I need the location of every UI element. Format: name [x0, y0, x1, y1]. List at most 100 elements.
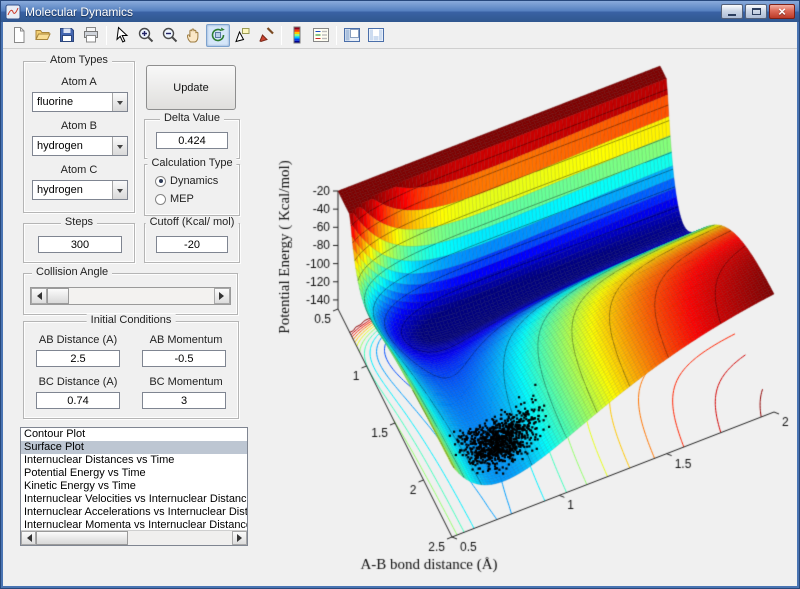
plot-type-listbox: Contour Plot Surface Plot Internuclear D…	[20, 427, 248, 546]
atom-types-panel: Atom Types Atom A fluorine Atom B hydrog…	[23, 61, 135, 213]
bc-momentum-input[interactable]	[142, 392, 226, 409]
toolbar-brush[interactable]	[254, 24, 278, 47]
minimize-button[interactable]	[721, 4, 743, 19]
list-item[interactable]: Potential Energy vs Time	[21, 467, 247, 480]
scroll-right-arrow[interactable]	[232, 531, 247, 545]
toolbar-hide-plot-tools[interactable]	[340, 24, 364, 47]
slider-thumb[interactable]	[47, 288, 69, 304]
app-icon	[5, 4, 21, 20]
zoom-out-icon	[161, 26, 179, 44]
radio-dynamics[interactable]	[155, 176, 166, 187]
zoom-in-icon	[137, 26, 155, 44]
floppy-disk-icon	[58, 26, 76, 44]
show-plot-tools-icon	[367, 26, 385, 44]
list-item[interactable]: Internuclear Accelerations vs Internucle…	[21, 506, 247, 519]
steps-panel: Steps	[23, 223, 135, 263]
atom-b-value: hydrogen	[33, 137, 112, 155]
chevron-down-icon	[112, 137, 127, 155]
atom-a-label: Atom A	[24, 76, 134, 88]
listbox-horizontal-scrollbar[interactable]	[21, 530, 247, 545]
surface-plot-canvas[interactable]	[261, 49, 794, 586]
atom-c-label: Atom C	[24, 164, 134, 176]
delta-value-input[interactable]	[156, 132, 228, 149]
radio-mep[interactable]	[155, 194, 166, 205]
atom-b-label: Atom B	[24, 120, 134, 132]
colorbar-icon	[288, 26, 306, 44]
initial-conditions-panel: Initial Conditions AB Distance (A) AB Mo…	[23, 321, 239, 419]
list-item[interactable]: Kinetic Energy vs Time	[21, 480, 247, 493]
list-item[interactable]: Contour Plot	[21, 428, 247, 441]
toolbar-separator	[106, 26, 107, 45]
close-icon	[778, 3, 786, 21]
atom-a-select[interactable]: fluorine	[32, 92, 128, 112]
atom-c-select[interactable]: hydrogen	[32, 180, 128, 200]
toolbar-save-figure[interactable]	[55, 24, 79, 47]
ab-momentum-label: AB Momentum	[134, 334, 238, 346]
delta-value-title: Delta Value	[160, 112, 224, 124]
atom-a-value: fluorine	[33, 93, 112, 111]
list-item-selected[interactable]: Surface Plot	[21, 441, 247, 454]
toolbar-new-figure[interactable]	[7, 24, 31, 47]
cutoff-input[interactable]	[156, 236, 228, 253]
ab-momentum-input[interactable]	[142, 350, 226, 367]
scroll-thumb[interactable]	[36, 531, 128, 545]
toolbar-separator	[336, 26, 337, 45]
titlebar: Molecular Dynamics	[1, 1, 799, 22]
atom-c-value: hydrogen	[33, 181, 112, 199]
hide-plot-tools-icon	[343, 26, 361, 44]
legend-icon	[312, 26, 330, 44]
close-button[interactable]	[769, 4, 795, 19]
data-cursor-icon	[233, 26, 251, 44]
minimize-icon	[728, 14, 736, 16]
atom-types-title: Atom Types	[46, 54, 112, 66]
window-controls	[721, 4, 795, 19]
toolbar-insert-legend[interactable]	[309, 24, 333, 47]
new-document-icon	[10, 26, 28, 44]
toolbar-pointer[interactable]	[110, 24, 134, 47]
toolbar-show-plot-tools[interactable]	[364, 24, 388, 47]
cutoff-title: Cutoff (Kcal/ mol)	[146, 216, 239, 228]
bc-distance-input[interactable]	[36, 392, 120, 409]
printer-icon	[82, 26, 100, 44]
bc-distance-label: BC Distance (A)	[26, 376, 130, 388]
rotate-3d-icon	[209, 26, 227, 44]
toolbar-open-file[interactable]	[31, 24, 55, 47]
steps-input[interactable]	[38, 236, 122, 253]
app-window: Molecular Dynamics Atom Types Atom A	[0, 0, 800, 589]
scroll-track[interactable]	[36, 531, 232, 545]
collision-angle-title: Collision Angle	[32, 266, 112, 278]
cutoff-panel: Cutoff (Kcal/ mol)	[144, 223, 240, 263]
open-folder-icon	[34, 26, 52, 44]
toolbar-pan[interactable]	[182, 24, 206, 47]
atom-b-select[interactable]: hydrogen	[32, 136, 128, 156]
ab-distance-label: AB Distance (A)	[26, 334, 130, 346]
toolbar-data-cursor[interactable]	[230, 24, 254, 47]
collision-angle-slider[interactable]	[30, 287, 231, 305]
scroll-left-arrow[interactable]	[21, 531, 36, 545]
toolbar-zoom-in[interactable]	[134, 24, 158, 47]
brush-icon	[257, 26, 275, 44]
maximize-icon	[752, 8, 761, 15]
window-title: Molecular Dynamics	[25, 5, 721, 19]
list-item[interactable]: Internuclear Distances vs Time	[21, 454, 247, 467]
list-item[interactable]: Internuclear Velocities vs Internuclear …	[21, 493, 247, 506]
update-button[interactable]: Update	[146, 65, 236, 110]
toolbar-zoom-out[interactable]	[158, 24, 182, 47]
ab-distance-input[interactable]	[36, 350, 120, 367]
slider-track[interactable]	[47, 288, 214, 304]
initial-conditions-title: Initial Conditions	[87, 314, 176, 326]
chevron-down-icon	[112, 181, 127, 199]
hand-icon	[185, 26, 203, 44]
toolbar	[3, 22, 797, 49]
steps-title: Steps	[61, 216, 97, 228]
delta-value-panel: Delta Value	[144, 119, 240, 159]
toolbar-insert-colorbar[interactable]	[285, 24, 309, 47]
maximize-button[interactable]	[745, 4, 767, 19]
slider-right-arrow[interactable]	[214, 288, 230, 304]
toolbar-print-figure[interactable]	[79, 24, 103, 47]
slider-left-arrow[interactable]	[31, 288, 47, 304]
chevron-down-icon	[112, 93, 127, 111]
calculation-type-title: Calculation Type	[147, 157, 236, 169]
dynamics-label: Dynamics	[170, 175, 218, 187]
toolbar-rotate-3d[interactable]	[206, 24, 230, 47]
